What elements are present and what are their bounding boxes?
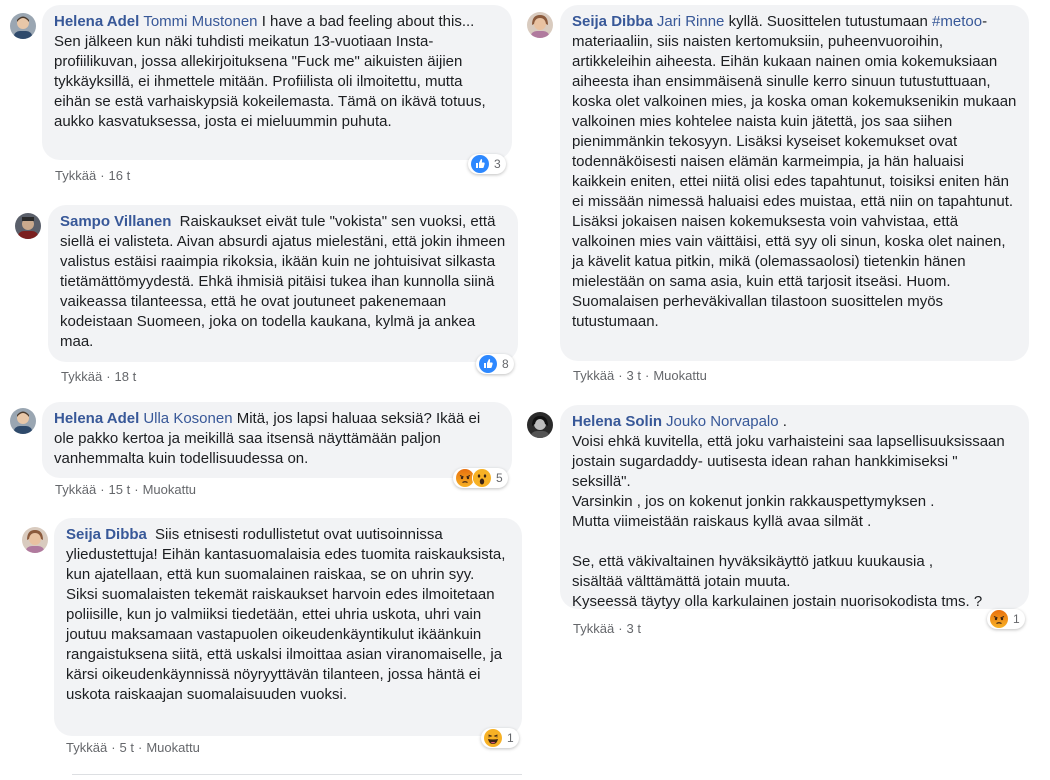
comment-bubble: Helena Adel Ulla Kosonen Mitä, jos lapsi … [42, 402, 512, 478]
separator: · [618, 368, 623, 383]
reaction-summary[interactable]: 1 [987, 609, 1025, 629]
comment-timestamp[interactable]: 3 t [627, 621, 641, 636]
separator: · [618, 621, 623, 636]
hashtag-link[interactable]: #metoo [932, 13, 982, 30]
comment-bubble: Seija Dibba Siis etnisesti rodullistetut… [54, 518, 522, 736]
comment-timestamp[interactable]: 5 t [120, 740, 134, 755]
reaction-count: 1 [507, 731, 514, 745]
mention-link[interactable]: Tommi Mustonen [143, 13, 257, 30]
reaction-summary[interactable]: 8 [476, 354, 514, 374]
comment-text: . Voisi ehkä kuvitella, että joku varhai… [572, 413, 1005, 610]
avatar[interactable] [527, 12, 553, 38]
like-icon [470, 154, 490, 174]
comment-actions: Tykkää · 3 t [573, 621, 641, 636]
comment-author[interactable]: Seija Dibba [66, 526, 147, 543]
edited-label[interactable]: Muokattu [146, 740, 199, 755]
reaction-count: 3 [494, 157, 501, 171]
avatar[interactable] [15, 213, 41, 239]
comment-text: I have a bad feeling about this... Sen j… [54, 13, 490, 130]
comment-bubble: Helena Solin Jouko Norvapalo . Voisi ehkä… [560, 405, 1029, 610]
like-button[interactable]: Tykkää [55, 482, 96, 497]
comment-timestamp[interactable]: 18 t [115, 369, 137, 384]
comment-text-intro: kyllä. Suosittelen tutustumaan [728, 13, 933, 30]
comment-actions: Tykkää · 16 t [55, 168, 130, 183]
angry-icon [989, 609, 1009, 629]
mention-link[interactable]: Jari Rinne [657, 13, 725, 30]
comment-author[interactable]: Helena Adel [54, 13, 139, 30]
comment-bubble: Helena Adel Tommi Mustonen I have a bad f… [42, 5, 512, 160]
edited-label[interactable]: Muokattu [653, 368, 706, 383]
like-button[interactable]: Tykkää [573, 621, 614, 636]
comment-text: Siis etnisesti rodullistetut ovat uutiso… [66, 526, 510, 703]
wow-icon [472, 468, 492, 488]
like-button[interactable]: Tykkää [55, 168, 96, 183]
comment-author[interactable]: Helena Solin [572, 413, 662, 430]
haha-icon [483, 728, 503, 748]
separator: · [134, 482, 139, 497]
reaction-summary[interactable]: 3 [468, 154, 506, 174]
mention-link[interactable]: Ulla Kosonen [143, 410, 232, 427]
separator: · [645, 368, 650, 383]
separator: · [111, 740, 116, 755]
separator: · [138, 740, 143, 755]
comment-author[interactable]: Sampo Villanen [60, 213, 171, 230]
reaction-summary[interactable]: 5 [453, 468, 508, 488]
comment-text: -materiaaliin, siis naisten kertomuksiin… [572, 13, 1021, 330]
reaction-summary[interactable]: 1 [481, 728, 519, 748]
separator: · [106, 369, 111, 384]
comment-actions: Tykkää · 18 t [61, 369, 136, 384]
comment-bubble: Seija Dibba Jari Rinne kyllä. Suosittelen… [560, 5, 1029, 361]
mention-link[interactable]: Jouko Norvapalo [666, 413, 779, 430]
comment-timestamp[interactable]: 3 t [627, 368, 641, 383]
avatar[interactable] [10, 408, 36, 434]
comment-author[interactable]: Helena Adel [54, 410, 139, 427]
like-button[interactable]: Tykkää [573, 368, 614, 383]
like-button[interactable]: Tykkää [61, 369, 102, 384]
comment-timestamp[interactable]: 16 t [109, 168, 131, 183]
comment-actions: Tykkää · 15 t · Muokattu [55, 482, 196, 497]
separator: · [100, 482, 105, 497]
comment-text: Raiskaukset eivät tule "vokista" sen vuo… [60, 213, 510, 350]
like-icon [478, 354, 498, 374]
reaction-count: 8 [502, 357, 509, 371]
avatar[interactable] [22, 527, 48, 553]
reaction-count: 1 [1013, 612, 1020, 626]
avatar[interactable] [527, 412, 553, 438]
avatar[interactable] [10, 13, 36, 39]
comment-actions: Tykkää · 3 t · Muokattu [573, 368, 707, 383]
comment-actions: Tykkää · 5 t · Muokattu [66, 740, 200, 755]
edited-label[interactable]: Muokattu [143, 482, 196, 497]
divider [72, 774, 522, 775]
comment-author[interactable]: Seija Dibba [572, 13, 653, 30]
like-button[interactable]: Tykkää [66, 740, 107, 755]
comment-bubble: Sampo Villanen Raiskaukset eivät tule "v… [48, 205, 518, 362]
reaction-count: 5 [496, 471, 503, 485]
comment-timestamp[interactable]: 15 t [109, 482, 131, 497]
separator: · [100, 168, 105, 183]
